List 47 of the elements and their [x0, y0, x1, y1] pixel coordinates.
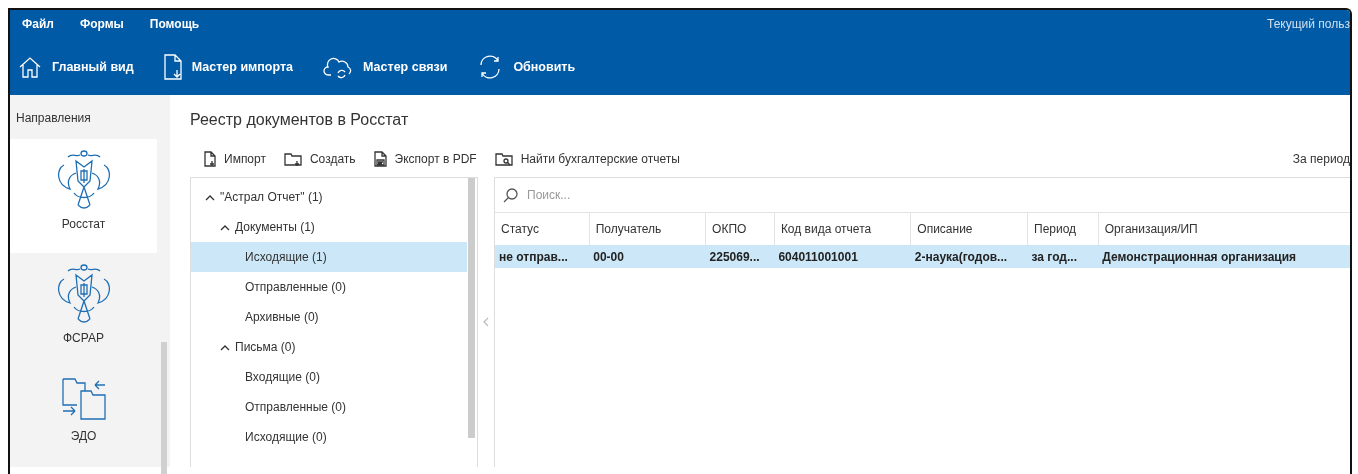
action-button[interactable]: Найти бухгалтерские отчеты	[494, 152, 680, 166]
document-plus-icon	[204, 151, 216, 167]
tree-item[interactable]: Отправленные (0)	[191, 272, 467, 302]
table-cell: 2-наука(годов...	[910, 245, 1028, 268]
action-button[interactable]: Создать	[283, 152, 356, 166]
tree-item[interactable]: Исходящие (1)	[191, 242, 467, 272]
toolbar-button[interactable]: Обновить	[477, 53, 576, 80]
menu-item[interactable]: Формы	[79, 17, 124, 31]
tree-item[interactable]: Письма (0)	[191, 332, 467, 362]
chevron-up-icon	[205, 193, 215, 201]
tree-item[interactable]: Отправленные (0)	[191, 392, 467, 422]
folder-plus-icon	[283, 152, 302, 166]
column-header[interactable]: Организация/ИП	[1098, 213, 1350, 245]
tree-item[interactable]: Документы (1)	[191, 212, 467, 242]
table-cell: Демонстрационная организация	[1098, 245, 1350, 268]
table-cell: 604011001001	[774, 245, 911, 268]
chevron-up-icon	[220, 343, 230, 351]
action-button[interactable]: Импорт	[204, 151, 266, 167]
tree-item[interactable]: Архивные (0)	[191, 302, 467, 332]
document-arrow-icon	[163, 53, 182, 80]
table-cell: 00-00	[589, 245, 706, 268]
pdf-file-icon	[373, 151, 387, 167]
tree-item[interactable]: Исходящие (0)	[191, 422, 467, 452]
current-user-label: Текущий польз	[1267, 17, 1350, 31]
action-button[interactable]: Экспорт в PDF	[373, 151, 477, 167]
sidebar-item[interactable]: ФСРАР	[10, 253, 157, 367]
toolbar-button[interactable]: Главный вид	[18, 54, 134, 79]
toolbar-button[interactable]: Мастер связи	[323, 54, 448, 79]
folder-search-icon	[494, 152, 513, 166]
page-title: Реестр документов в Росстат	[190, 111, 410, 130]
search-icon	[503, 187, 519, 203]
tree-item[interactable]: "Астрал Отчет" (1)	[191, 182, 467, 212]
table-cell: за год...	[1027, 245, 1099, 268]
sidebar-item[interactable]: Росстат	[10, 139, 157, 253]
menu-item[interactable]: Файл	[22, 17, 54, 31]
collapse-chevron-icon[interactable]	[483, 317, 489, 327]
search-field[interactable]: Поиск...	[525, 187, 729, 203]
menu-item[interactable]: Помощь	[149, 17, 200, 31]
tree-item[interactable]: Входящие (0)	[191, 362, 467, 392]
sidebar-item[interactable]: ЭДО	[10, 367, 157, 474]
toolbar-button[interactable]: Мастер импорта	[163, 53, 294, 80]
table-cell: не отправ...	[495, 245, 590, 268]
sidebar-title: Направления	[15, 110, 92, 127]
table-row[interactable]: не отправ... 00-00 225069... 604011001001 2-наука(годов... за год... Демонстрационная организация	[495, 245, 1350, 268]
period-label: За период	[1292, 152, 1350, 166]
table-cell: 225069...	[705, 245, 775, 268]
chevron-up-icon	[220, 223, 230, 231]
